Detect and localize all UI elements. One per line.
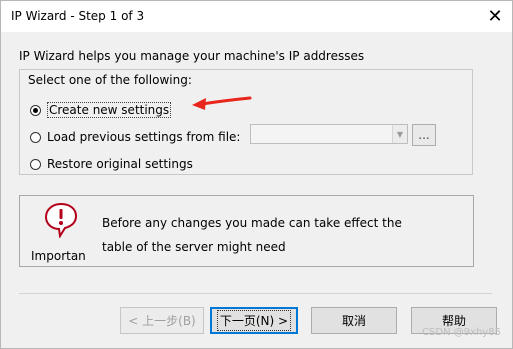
load-settings-label: Load previous settings from file:: [47, 130, 241, 144]
title-bar: IP Wizard - Step 1 of 3 ✕: [1, 1, 512, 32]
next-button-text: 下一页(N): [219, 314, 275, 328]
load-settings-option[interactable]: Load previous settings from file:: [30, 130, 240, 144]
restore-settings-option[interactable]: Restore original settings: [30, 157, 193, 171]
next-button-label: 下一页(N) >: [216, 310, 292, 331]
window-title: IP Wizard - Step 1 of 3: [11, 9, 145, 23]
restore-settings-label: Restore original settings: [47, 157, 193, 171]
warning-speech-bubble-icon: [44, 202, 78, 238]
create-settings-label: Create new settings: [47, 102, 172, 118]
restore-settings-radio[interactable]: [30, 158, 41, 170]
close-icon: ✕: [487, 6, 503, 27]
button-separator: [19, 293, 492, 294]
create-settings-radio[interactable]: [30, 104, 41, 116]
cancel-button[interactable]: 取消: [311, 307, 397, 334]
intro-text: IP Wizard helps you manage your machine'…: [19, 49, 365, 63]
options-group-label: Select one of the following:: [27, 73, 193, 87]
important-label: Importan: [31, 249, 86, 263]
next-button[interactable]: 下一页(N) >: [210, 307, 298, 334]
chevron-down-icon[interactable]: ▼: [392, 125, 407, 143]
note-line-2: table of the server might need: [102, 240, 286, 254]
cancel-button-label: 取消: [341, 314, 366, 328]
note-line-1: Before any changes you made can take eff…: [102, 216, 402, 230]
next-button-arrow: >: [278, 314, 289, 328]
red-arrow-annotation: [192, 96, 252, 110]
back-button[interactable]: < 上一步(B): [120, 307, 204, 334]
load-settings-radio[interactable]: [30, 131, 41, 143]
create-settings-option[interactable]: Create new settings: [30, 102, 172, 118]
csdn-watermark: CSDN @9xhy85: [422, 327, 501, 338]
settings-file-combobox[interactable]: ▼: [250, 124, 408, 144]
browse-button[interactable]: ...: [412, 124, 436, 146]
note-message: Before any changes you made can take eff…: [102, 211, 442, 259]
back-button-label: < 上一步(B): [128, 314, 196, 328]
close-button[interactable]: ✕: [478, 1, 512, 32]
